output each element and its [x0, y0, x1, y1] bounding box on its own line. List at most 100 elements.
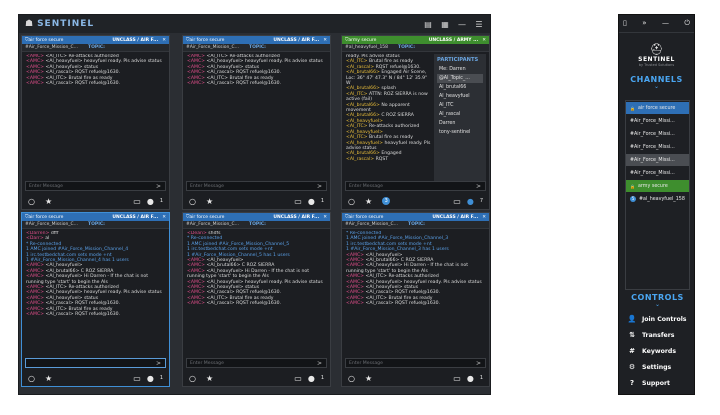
save-icon[interactable]: ▤ — [423, 20, 433, 29]
sidebar-toggle-icon[interactable]: ▯ — [623, 19, 627, 28]
message-line: <AMC> <Al_rascal> RQST refuel@1630. — [187, 301, 326, 306]
message-nick: <AMC> — [346, 252, 365, 258]
message-text: <Al_heavyfuel> heavyfuel ready. Pls advi… — [206, 59, 323, 65]
panel-footer-right: ▭ ● 1 — [133, 374, 163, 383]
star-icon[interactable]: ★ — [45, 197, 52, 206]
close-icon[interactable]: ✕ — [162, 215, 166, 220]
channel-name[interactable]: #Air_Force_Mission_C... — [186, 222, 239, 227]
panel-footer-right: ▭ ● 1 — [453, 374, 483, 383]
participant-item[interactable]: Al_ITC — [437, 101, 483, 110]
channel-item[interactable]: 🔒 air force secure — [626, 102, 689, 114]
channel-item[interactable]: #Air_Force_Missi... — [626, 167, 689, 179]
star-icon[interactable]: ★ — [365, 197, 372, 206]
send-icon[interactable]: > — [476, 182, 481, 191]
users-icon[interactable]: ● — [147, 197, 154, 206]
close-icon[interactable]: ✕ — [162, 38, 166, 43]
panel-network-label: air force secure — [189, 214, 225, 220]
participant-item[interactable]: Al_heavyfuel — [437, 92, 483, 101]
channel-label: #Air_Force_Missi... — [630, 157, 675, 163]
channel-name[interactable]: #Air_Force_Mission_C... — [25, 222, 78, 227]
send-icon[interactable]: > — [156, 182, 161, 191]
channel-item[interactable]: #Air_Force_Missi... — [626, 154, 689, 166]
unread-badge: 3 — [382, 197, 391, 205]
grid-layout-icon[interactable]: ▦ — [440, 20, 450, 29]
participant-item[interactable]: Al_rascal — [437, 110, 483, 119]
participant-item[interactable]: Al_brutal66 — [437, 83, 483, 92]
users-icon[interactable]: ● — [467, 197, 474, 206]
close-icon[interactable]: ✕ — [482, 38, 486, 43]
users-icon[interactable]: ● — [147, 374, 154, 383]
channel-name[interactable]: #al_heavyfuel_158 — [345, 45, 388, 50]
participant-item[interactable]: @Al_Topic_... — [437, 74, 483, 83]
channel-name[interactable]: #Air_Force_Mission_C... — [186, 45, 239, 50]
collapse-icon[interactable]: » — [642, 19, 646, 28]
circle-icon[interactable]: ○ — [189, 197, 196, 206]
channel-name[interactable]: #Air_Force_Mission_C... — [345, 222, 398, 227]
star-icon[interactable]: ★ — [365, 374, 372, 383]
message-input[interactable]: Enter Message > — [186, 358, 327, 368]
panel-footer-right: ▭ ● 1 — [133, 197, 163, 206]
close-icon[interactable]: ✕ — [323, 38, 327, 43]
circle-icon[interactable]: ○ — [28, 374, 35, 383]
users-icon[interactable]: ● — [467, 374, 474, 383]
participant-item[interactable]: Me: Darren — [437, 65, 483, 74]
send-icon[interactable]: > — [156, 359, 161, 368]
user-count: 7 — [479, 198, 483, 204]
chat-bubbles-icon[interactable]: ▭ — [294, 374, 302, 383]
message-input[interactable]: > — [25, 358, 166, 368]
chat-bubbles-icon[interactable]: ▭ — [133, 197, 141, 206]
users-icon[interactable]: ● — [308, 197, 315, 206]
message-nick: <AMC> — [26, 290, 45, 296]
channel-item[interactable]: #Air_Force_Missi... — [626, 141, 689, 153]
control-item[interactable]: ⚙ Settings — [619, 359, 696, 375]
message-nick: <AMC> — [26, 75, 45, 81]
message-text: <Al_rascal> RQST refuel@1630. — [365, 290, 441, 296]
chat-bubbles-icon[interactable]: ▭ — [133, 374, 141, 383]
chat-bubbles-icon[interactable]: ▭ — [453, 374, 461, 383]
send-icon[interactable]: > — [317, 182, 322, 191]
channel-item[interactable]: 5 #al_heavyfuel_158 — [626, 193, 689, 205]
message-line: <AMC> <Al_rascal> RQST refuel@1630. — [187, 81, 326, 86]
user-count: 1 — [159, 198, 163, 204]
users-icon[interactable]: ● — [308, 374, 315, 383]
chat-bubbles-icon[interactable]: ▭ — [453, 197, 461, 206]
minimize-icon[interactable]: — — [457, 20, 467, 29]
message-input[interactable]: Enter Message > — [345, 181, 486, 191]
control-item[interactable]: 👤 Join Controls — [619, 311, 696, 327]
close-icon[interactable]: ✕ — [482, 215, 486, 220]
message-line: <AMC> <Al_heavyfuel> Hi Darren - If the … — [26, 274, 165, 285]
circle-icon[interactable]: ○ — [348, 374, 355, 383]
send-icon[interactable]: > — [476, 359, 481, 368]
send-icon[interactable]: > — [317, 359, 322, 368]
chat-bubbles-icon[interactable]: ▭ — [294, 197, 302, 206]
channel-item[interactable]: 🔒 army secure — [626, 180, 689, 192]
power-icon[interactable]: ⏻ — [684, 19, 690, 28]
message-nick: <AMC> — [26, 263, 45, 269]
chevron-down-icon[interactable]: ⌄ — [619, 302, 696, 308]
star-icon[interactable]: ★ — [45, 374, 52, 383]
close-icon[interactable]: ✕ — [323, 215, 327, 220]
star-icon[interactable]: ★ — [206, 374, 213, 383]
channel-item[interactable]: #Air_Force_Missi... — [626, 128, 689, 140]
participant-item[interactable]: tony-sentinel — [437, 128, 483, 137]
message-input[interactable]: Enter Message > — [345, 358, 486, 368]
control-item[interactable]: ⇅ Transfers — [619, 327, 696, 343]
control-item[interactable]: ? Support — [619, 375, 696, 391]
participant-item[interactable]: Darren — [437, 119, 483, 128]
message-input[interactable]: Enter Message > — [186, 181, 327, 191]
circle-icon[interactable]: ○ — [28, 197, 35, 206]
channel-item[interactable]: #Air_Force_Missi... — [626, 115, 689, 127]
star-icon[interactable]: ★ — [206, 197, 213, 206]
message-line: <Al_brutal66> Engaged Air Scene, Loc: 36… — [346, 70, 431, 86]
circle-icon[interactable]: ○ — [189, 374, 196, 383]
circle-icon[interactable]: ○ — [348, 197, 355, 206]
message-nick: <Al_brutal66> — [346, 86, 380, 92]
control-item[interactable]: # Keywords — [619, 343, 696, 359]
menu-icon[interactable]: ☰ — [474, 20, 484, 29]
message-input[interactable]: Enter Message > — [25, 181, 166, 191]
chat-panel: ⛉ air force secure UNCLASS / AIR F... ✕ #Ai… — [21, 35, 170, 210]
chevron-down-icon[interactable]: ⌄ — [619, 84, 694, 90]
message-text: <Al_heavyfuel> — [45, 263, 83, 269]
channel-name[interactable]: #Air_Force_Mission_C... — [25, 45, 78, 50]
minimize-icon[interactable]: — — [662, 19, 669, 28]
